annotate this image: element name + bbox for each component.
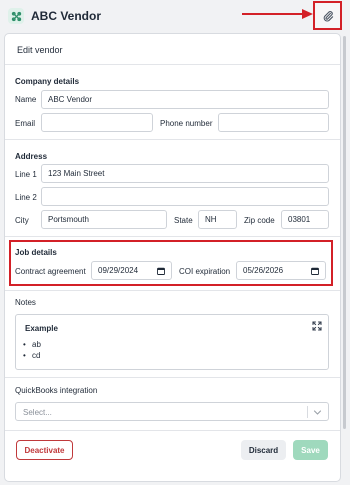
quickbooks-select[interactable]: Select... (15, 402, 329, 421)
divider (5, 236, 340, 237)
line2-input[interactable] (41, 187, 329, 206)
divider (5, 290, 340, 291)
chevron-down-icon[interactable] (313, 408, 322, 417)
notes-content-heading: Example (25, 324, 58, 333)
phone-input[interactable] (218, 113, 329, 132)
discard-button[interactable]: Discard (241, 440, 286, 460)
deactivate-button[interactable]: Deactivate (16, 440, 73, 460)
paperclip-icon (323, 10, 333, 22)
select-separator (307, 406, 308, 418)
email-input[interactable] (41, 113, 153, 132)
quickbooks-heading: QuickBooks integration (15, 386, 98, 395)
notes-list: ab cd (22, 339, 41, 361)
list-item: cd (22, 350, 41, 361)
annotation-arrow (242, 9, 313, 19)
zip-label: Zip code (244, 216, 275, 225)
vendor-title: ABC Vendor (31, 9, 102, 23)
line1-input[interactable]: 123 Main Street (41, 164, 329, 183)
name-label: Name (15, 95, 37, 104)
company-details-heading: Company details (15, 77, 80, 86)
save-button[interactable]: Save (293, 440, 328, 460)
city-label: City (15, 216, 29, 225)
phone-label: Phone number (160, 119, 213, 128)
email-label: Email (15, 119, 36, 128)
vendor-logo-icon (8, 8, 24, 24)
divider (5, 139, 340, 140)
name-input[interactable]: ABC Vendor (41, 90, 329, 109)
divider (5, 430, 340, 431)
contract-agreement-date-value: 09/29/2024 (98, 266, 139, 275)
calendar-icon[interactable] (311, 267, 319, 275)
state-label: State (174, 216, 193, 225)
contract-agreement-label: Contract agreement (15, 267, 86, 276)
zip-input[interactable]: 03801 (281, 210, 329, 229)
attach-button[interactable] (313, 1, 342, 30)
contract-agreement-date-input[interactable]: 09/29/2024 (91, 261, 172, 280)
notes-editor[interactable]: Example ab cd (15, 314, 329, 370)
job-details-heading: Job details (15, 248, 57, 257)
line1-label: Line 1 (15, 170, 37, 179)
address-heading: Address (15, 152, 48, 161)
divider (5, 64, 340, 65)
edit-vendor-panel: Edit vendor Company details Name ABC Ven… (4, 33, 341, 482)
quickbooks-select-placeholder: Select... (23, 408, 52, 417)
header: ABC Vendor (0, 0, 350, 32)
notes-heading: Notes (15, 298, 36, 307)
scrollbar[interactable] (343, 36, 346, 429)
coi-expiration-date-input[interactable]: 05/26/2026 (236, 261, 326, 280)
coi-expiration-label: COI expiration (179, 267, 231, 276)
panel-title: Edit vendor (17, 45, 63, 55)
coi-expiration-date-value: 05/26/2026 (243, 266, 284, 275)
state-input[interactable]: NH (198, 210, 237, 229)
expand-icon[interactable] (312, 321, 322, 331)
city-input[interactable]: Portsmouth (41, 210, 167, 229)
calendar-icon[interactable] (157, 267, 165, 275)
line2-label: Line 2 (15, 193, 37, 202)
list-item: ab (22, 339, 41, 350)
divider (5, 377, 340, 378)
